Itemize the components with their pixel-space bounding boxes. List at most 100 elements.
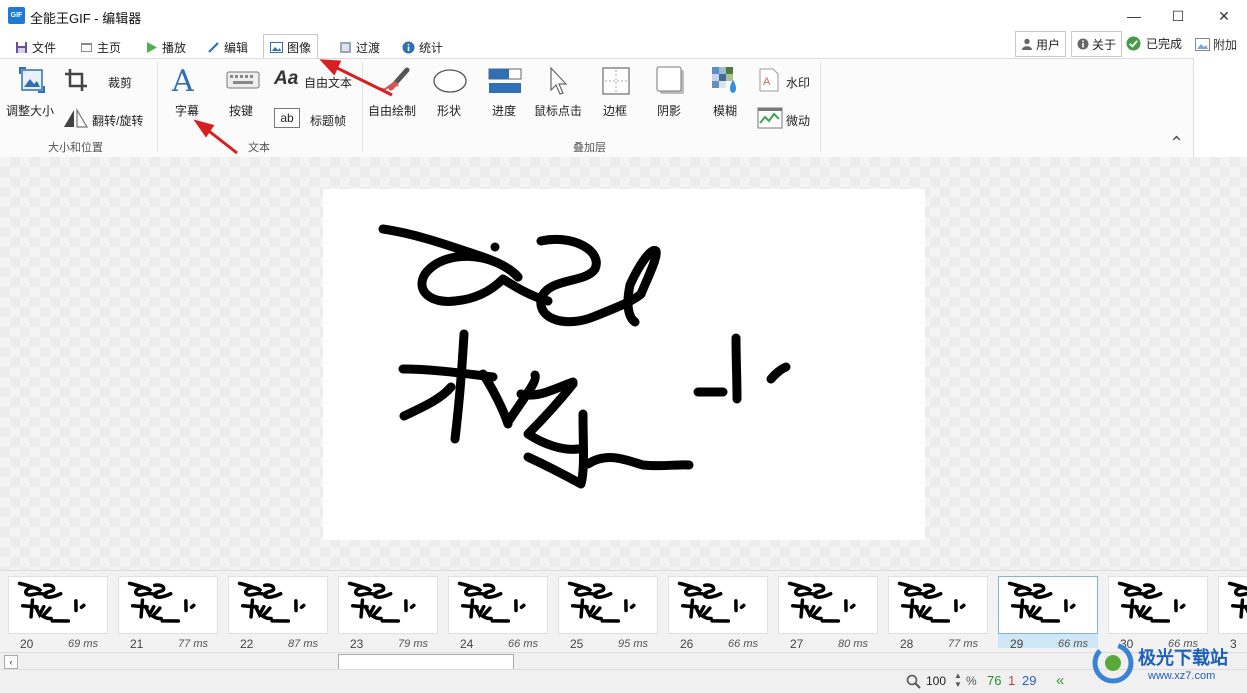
frame-delay: 66 ms bbox=[508, 638, 538, 650]
frame-delay: 77 ms bbox=[178, 638, 208, 650]
shapes-button[interactable]: 形状 bbox=[437, 102, 461, 119]
handwriting-drawing bbox=[378, 224, 791, 489]
cinemagraph-icon bbox=[757, 107, 783, 129]
title-bar: GIF 全能王GIF - 编辑器 — ☐ ✕ bbox=[0, 0, 1247, 32]
frame-thumbnail[interactable]: 23 79 ms bbox=[338, 576, 438, 651]
frame-preview bbox=[8, 576, 108, 634]
frame-preview bbox=[668, 576, 768, 634]
cinemagraph-button[interactable]: 微动 bbox=[786, 112, 810, 129]
frame-preview bbox=[338, 576, 438, 634]
tab-file[interactable]: 文件 bbox=[15, 36, 56, 58]
user-icon bbox=[1022, 38, 1032, 50]
frame-thumbnail[interactable]: 20 69 ms bbox=[8, 576, 108, 651]
frame-preview bbox=[888, 576, 988, 634]
extras-icon bbox=[1195, 38, 1210, 51]
about-label: 关于 bbox=[1092, 37, 1117, 52]
done-button[interactable]: 已完成 bbox=[1126, 35, 1182, 52]
frame-preview bbox=[228, 576, 328, 634]
total-frames-count: 76 bbox=[987, 673, 1002, 688]
tab-label: 主页 bbox=[97, 40, 122, 55]
border-icon bbox=[602, 67, 630, 95]
frame-preview bbox=[558, 576, 658, 634]
frame-delay: 77 ms bbox=[948, 638, 978, 650]
frame-number: 25 bbox=[570, 637, 584, 651]
about-button[interactable]: 关于 bbox=[1071, 31, 1123, 57]
status-bar: 100 ▲ ▼ % 76 1 29 « bbox=[0, 669, 1247, 693]
frame-number: 22 bbox=[240, 637, 254, 651]
frame-preview bbox=[1108, 576, 1208, 634]
frame-thumbnail[interactable]: 26 66 ms bbox=[668, 576, 768, 651]
progress-button[interactable]: 进度 bbox=[492, 102, 516, 119]
watermark-icon: A bbox=[759, 68, 779, 92]
scrollbar-thumb[interactable] bbox=[338, 654, 514, 670]
group-separator bbox=[157, 62, 158, 152]
frame-delay: 95 ms bbox=[618, 638, 648, 650]
frame-preview bbox=[778, 576, 878, 634]
frame-preview bbox=[118, 576, 218, 634]
frame-delay: 79 ms bbox=[398, 638, 428, 650]
watermark-url: www.xz7.com bbox=[1148, 670, 1216, 682]
frame-number: 20 bbox=[20, 637, 34, 651]
frame-number: 24 bbox=[460, 637, 474, 651]
tab-home[interactable]: 主页 bbox=[80, 36, 121, 58]
group-label-overlay: 叠加层 bbox=[573, 142, 606, 154]
frame-delay: 66 ms bbox=[728, 638, 758, 650]
frame-number: 29 bbox=[1010, 637, 1024, 651]
first-frame-button[interactable]: « bbox=[1056, 672, 1064, 689]
collapse-ribbon-button[interactable]: ⌃ bbox=[1169, 133, 1184, 154]
frame-thumbnail[interactable]: 24 66 ms bbox=[448, 576, 548, 651]
minimize-button[interactable]: — bbox=[1111, 0, 1157, 32]
blur-icon bbox=[712, 67, 736, 93]
tab-label: 文件 bbox=[32, 40, 57, 55]
crop-icon[interactable] bbox=[64, 68, 88, 92]
flip-rotate-icon bbox=[64, 108, 89, 128]
frame-thumbnail[interactable]: 22 87 ms bbox=[228, 576, 328, 651]
flip-rotate-button[interactable]: 翻转/旋转 bbox=[92, 112, 143, 129]
user-button[interactable]: 用户 bbox=[1015, 31, 1067, 57]
extra-label: 附加 bbox=[1213, 38, 1238, 52]
shapes-icon bbox=[433, 69, 467, 93]
horizontal-scrollbar[interactable]: ‹ bbox=[0, 652, 1247, 670]
zoom-value[interactable]: 100 bbox=[926, 674, 946, 688]
frame-list: 20 69 ms 21 77 ms 22 87 ms 23 79 ms 24 66 ms 25 95 … bbox=[0, 570, 1247, 652]
border-button[interactable]: 边框 bbox=[603, 102, 627, 119]
frame-thumbnail[interactable]: 21 77 ms bbox=[118, 576, 218, 651]
mouse-cursor-icon bbox=[550, 66, 568, 95]
frame-thumbnail[interactable]: 28 77 ms bbox=[888, 576, 988, 651]
frame-number: 23 bbox=[350, 637, 364, 651]
frame-thumbnail[interactable]: 25 95 ms bbox=[558, 576, 658, 651]
save-icon bbox=[16, 41, 27, 53]
frame-canvas[interactable] bbox=[323, 189, 925, 540]
zoom-stepper[interactable]: ▲ ▼ bbox=[954, 671, 962, 689]
watermark-button[interactable]: 水印 bbox=[786, 74, 810, 91]
close-button[interactable]: ✕ bbox=[1201, 0, 1247, 32]
frame-thumbnail[interactable]: 29 66 ms bbox=[998, 576, 1098, 651]
zoom-icon bbox=[906, 674, 921, 689]
extra-button[interactable]: 附加 bbox=[1195, 36, 1237, 53]
blur-button[interactable]: 模糊 bbox=[713, 102, 737, 119]
watermark-logo-icon bbox=[1092, 642, 1134, 684]
home-icon bbox=[81, 42, 92, 52]
resize-button[interactable]: 调整大小 bbox=[6, 102, 54, 119]
frame-preview bbox=[998, 576, 1098, 634]
play-icon bbox=[147, 41, 157, 53]
frame-number: 28 bbox=[900, 637, 914, 651]
frame-number: 26 bbox=[680, 637, 694, 651]
frame-delay: 66 ms bbox=[1058, 638, 1088, 650]
group-label-size-position: 大小和位置 bbox=[48, 142, 103, 154]
frame-preview bbox=[1218, 576, 1247, 634]
zoom-unit: % bbox=[966, 674, 977, 688]
mouse-clicks-button[interactable]: 鼠标点击 bbox=[534, 102, 582, 119]
maximize-button[interactable]: ☐ bbox=[1155, 0, 1201, 32]
frame-number: 21 bbox=[130, 637, 144, 651]
crop-button[interactable]: 裁剪 bbox=[108, 74, 132, 91]
watermark-text: 极光下载站 bbox=[1138, 648, 1228, 668]
frame-preview bbox=[448, 576, 548, 634]
scroll-left-button[interactable]: ‹ bbox=[4, 655, 18, 669]
window-title: 全能王GIF - 编辑器 bbox=[30, 11, 142, 26]
frame-thumbnail[interactable]: 27 80 ms bbox=[778, 576, 878, 651]
svg-text:A: A bbox=[763, 76, 771, 88]
done-label: 已完成 bbox=[1146, 37, 1183, 51]
current-frame-number: 29 bbox=[1022, 673, 1037, 688]
shadow-button[interactable]: 阴影 bbox=[657, 102, 681, 119]
